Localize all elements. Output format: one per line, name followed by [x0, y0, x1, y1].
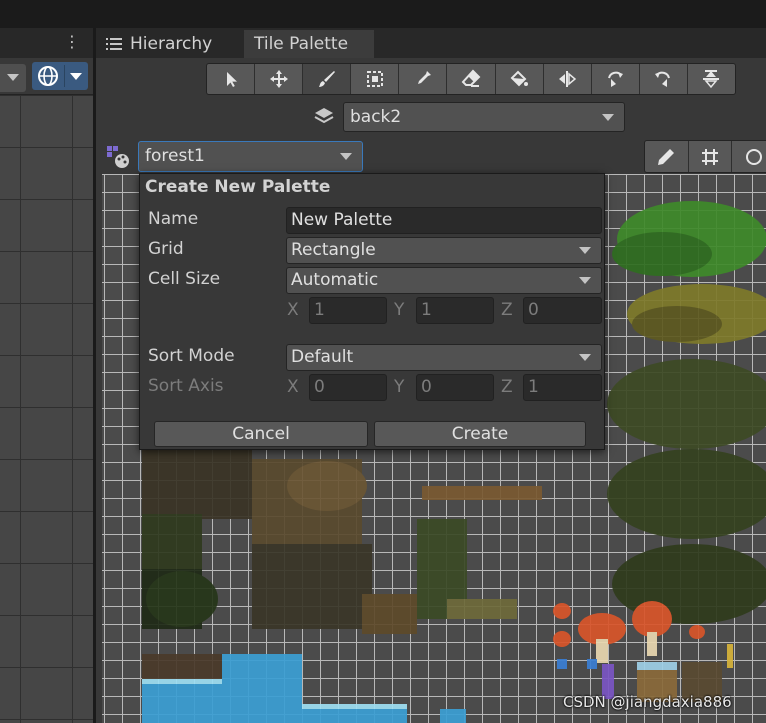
cell-z-label: Z	[501, 300, 513, 320]
sort-axis-x-field: 0	[309, 374, 387, 401]
rotate-ccw-tool-button[interactable]	[640, 64, 688, 94]
cell-size-y-field: 1	[416, 297, 494, 324]
rotate-cw-tool-button[interactable]	[592, 64, 640, 94]
active-target-dropdown[interactable]: back2	[343, 102, 625, 132]
gizmo-button[interactable]	[32, 62, 88, 90]
grid-select-value: Rectangle	[291, 240, 376, 260]
scene-grid[interactable]	[0, 95, 93, 723]
edit-palette-button[interactable]	[645, 141, 689, 172]
box-select-icon	[366, 71, 383, 87]
scene-header: ⋮	[0, 28, 93, 58]
chevron-down-icon	[579, 354, 591, 361]
sort-axis-label: Sort Axis	[148, 376, 224, 396]
flip-horizontal-icon	[559, 71, 577, 87]
chevron-down-icon	[579, 277, 591, 284]
box-fill-tool-button[interactable]	[351, 64, 400, 94]
axis-z-label: Z	[501, 377, 513, 397]
cell-size-select-value: Automatic	[291, 270, 379, 290]
axis-x-label: X	[287, 377, 299, 397]
ground-tiles	[142, 449, 542, 684]
picker-tool-button[interactable]	[399, 64, 448, 94]
eyedropper-icon	[415, 71, 431, 86]
scene-toolbar	[0, 58, 93, 95]
name-label: Name	[148, 209, 199, 229]
gizmo-toggle-button[interactable]	[732, 141, 766, 172]
sort-mode-select[interactable]: Default	[286, 344, 602, 371]
brush-icon	[318, 71, 335, 87]
axis-y-label: Y	[394, 377, 405, 397]
gizmo-divider	[64, 65, 65, 87]
chevron-down-icon	[7, 74, 19, 81]
chevron-down-icon	[602, 114, 614, 121]
rotate-cw-icon	[608, 71, 624, 87]
gizmo-icon	[745, 148, 762, 165]
palette-dropdown[interactable]: forest1	[138, 141, 363, 172]
pencil-icon	[658, 148, 675, 165]
grid-select[interactable]: Rectangle	[286, 237, 602, 264]
create-button[interactable]: Create	[374, 421, 586, 447]
flip-y-tool-button[interactable]	[688, 64, 735, 94]
scene-dropdown-button[interactable]	[0, 64, 26, 92]
globe-gizmo-icon	[38, 66, 58, 86]
grid-toggle-button[interactable]	[689, 141, 733, 172]
arrow-cursor-icon	[226, 72, 237, 87]
chevron-down-icon	[579, 247, 591, 254]
sort-axis-y-field: 0	[416, 374, 494, 401]
eraser-icon	[461, 69, 481, 87]
cancel-button[interactable]: Cancel	[154, 421, 368, 447]
cell-x-label: X	[287, 300, 299, 320]
tab-tile-palette[interactable]: Tile Palette	[244, 30, 374, 58]
cell-y-label: Y	[394, 300, 405, 320]
layer-stack-icon	[314, 108, 334, 124]
cell-size-z-field: 0	[523, 297, 602, 324]
tab-bar: Hierarchy Tile Palette	[96, 28, 766, 58]
flip-x-tool-button[interactable]	[544, 64, 592, 94]
grid-label: Grid	[148, 239, 184, 259]
chevron-down-icon	[340, 153, 352, 160]
palette-icon	[107, 146, 129, 168]
rotate-ccw-icon	[655, 71, 671, 87]
sort-axis-z-field: 1	[523, 374, 602, 401]
watermark-text: CSDN @jiangdaxia886	[563, 693, 732, 711]
palette-edit-toolbar	[644, 140, 766, 173]
popup-title: Create New Palette	[145, 177, 331, 197]
tab-hierarchy[interactable]: Hierarchy	[106, 30, 241, 58]
tab-hierarchy-label: Hierarchy	[130, 34, 213, 54]
grid-icon	[702, 148, 718, 165]
move-icon	[269, 70, 288, 88]
tab-tile-palette-label: Tile Palette	[254, 34, 349, 54]
kebab-icon[interactable]: ⋮	[64, 32, 80, 52]
flip-vertical-icon	[703, 70, 720, 89]
move-tool-button[interactable]	[255, 64, 304, 94]
palette-dropdown-value: forest1	[145, 146, 205, 166]
list-icon	[106, 38, 122, 50]
active-target-value: back2	[350, 107, 402, 127]
paint-tool-button[interactable]	[303, 64, 352, 94]
cell-size-x-field: 1	[309, 297, 387, 324]
chevron-down-icon[interactable]	[70, 73, 82, 80]
cell-size-label: Cell Size	[148, 269, 221, 289]
sort-mode-select-value: Default	[291, 347, 354, 367]
create-palette-popup: Create New Palette Name New Palette Grid…	[139, 173, 605, 450]
palette-name-input[interactable]: New Palette	[286, 207, 602, 234]
bucket-icon	[510, 70, 529, 87]
erase-tool-button[interactable]	[447, 64, 496, 94]
foliage-tiles	[607, 201, 766, 624]
tile-tools-toolbar	[206, 63, 736, 95]
cell-size-select[interactable]: Automatic	[286, 267, 602, 294]
editor-top-bar	[0, 0, 766, 28]
fill-tool-button[interactable]	[496, 64, 544, 94]
sort-mode-label: Sort Mode	[148, 346, 235, 366]
select-tool-button[interactable]	[207, 64, 256, 94]
scene-panel: ⋮	[0, 28, 93, 723]
